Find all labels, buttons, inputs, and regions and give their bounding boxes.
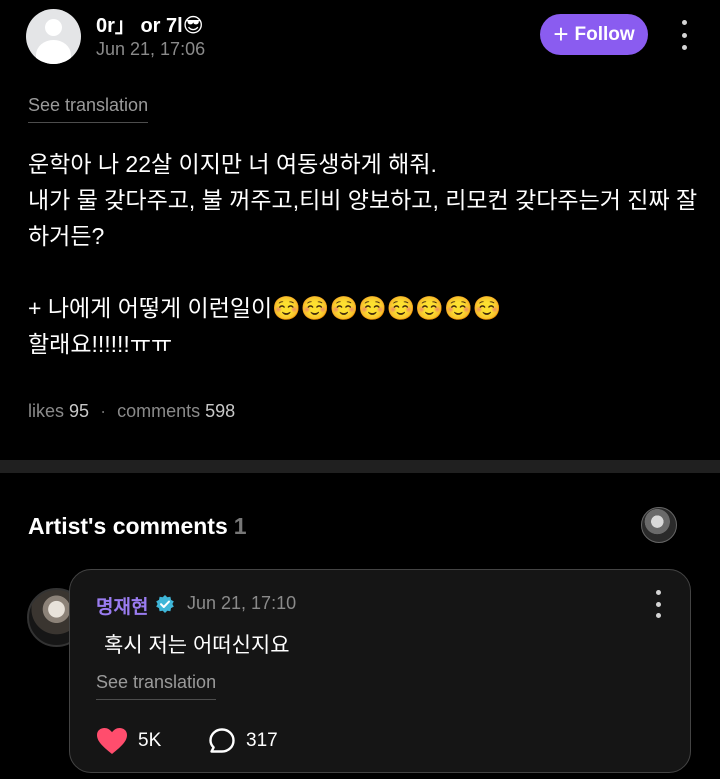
comments-count[interactable]: 598	[205, 401, 235, 421]
post-stats: likes 95 · comments 598	[28, 401, 235, 422]
follow-button[interactable]: + Follow	[540, 14, 648, 55]
comment-bubble-icon	[209, 728, 235, 753]
artist-comments-count: 1	[233, 513, 247, 539]
artist-comments-title: Artist's comments 1	[28, 513, 247, 540]
comment-reply-button[interactable]: 317	[208, 727, 278, 755]
post-date: Jun 21, 17:06	[96, 39, 206, 59]
post-body: 운학아 나 22살 이지만 너 여동생하게 해줘. 내가 물 갖다주고, 불 꺼…	[28, 151, 698, 357]
artist-comments-label: Artist's comments	[28, 513, 228, 539]
post-more-icon[interactable]	[676, 20, 692, 50]
artist-avatar-small[interactable]	[641, 507, 677, 543]
comments-label[interactable]: comments	[117, 401, 200, 421]
reply-count: 317	[246, 730, 278, 751]
verified-badge-icon	[156, 595, 174, 613]
comment-more-icon[interactable]	[650, 590, 666, 618]
comment-date: Jun 21, 17:10	[187, 593, 297, 613]
avatar-body	[36, 40, 71, 64]
plus-icon: +	[553, 18, 569, 49]
likes-label: likes	[28, 401, 65, 421]
author-avatar[interactable]	[26, 9, 81, 64]
like-count: 5K	[138, 730, 162, 751]
heart-icon	[97, 728, 127, 754]
stats-separator: ·	[100, 401, 107, 421]
comment-like-button[interactable]: 5K	[96, 727, 161, 755]
commenter-name[interactable]: 명재현	[96, 592, 148, 619]
author-name[interactable]: 0r」 or 7l😎	[96, 9, 204, 38]
post-see-translation[interactable]: See translation	[28, 95, 149, 123]
comment-see-translation[interactable]: See translation	[96, 672, 217, 700]
comment-text: 혹시 저는 어떠신지요	[104, 634, 290, 657]
section-divider	[0, 460, 720, 473]
avatar-head	[45, 19, 62, 36]
post-header: 0r」 or 7l😎 Jun 21, 17:06 + Follow	[0, 0, 720, 80]
likes-count: 95	[69, 401, 90, 421]
follow-label: Follow	[574, 23, 635, 45]
